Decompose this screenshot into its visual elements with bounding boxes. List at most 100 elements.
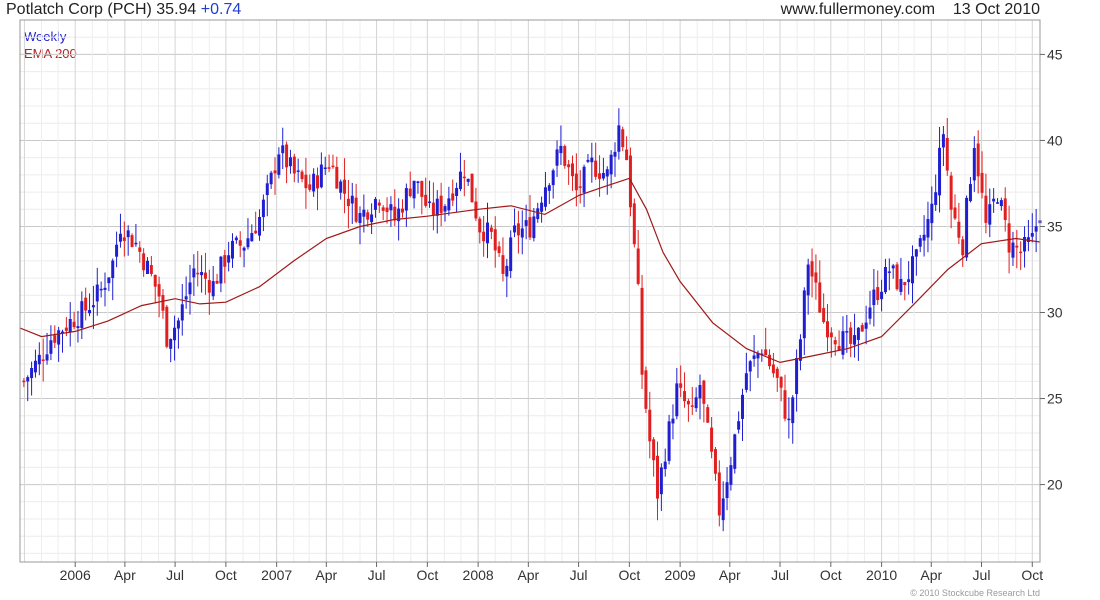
candle-body	[327, 167, 331, 169]
candle-body	[466, 178, 470, 182]
candle-body	[551, 170, 555, 186]
candle-body	[911, 256, 914, 284]
candle-body	[903, 282, 907, 286]
x-tick-label: Jul	[771, 567, 789, 583]
candle-body	[1015, 245, 1019, 248]
candle-body	[122, 237, 126, 241]
candle-body	[146, 260, 149, 274]
candle-body	[559, 145, 563, 154]
candle-body	[308, 184, 312, 190]
candle-body	[505, 265, 509, 277]
candle-body	[914, 249, 918, 257]
candle-body	[702, 380, 706, 404]
x-axis: 2006 Apr Jul Oct 2007 Apr Jul Oct 2008 Apr Jul Oct 2…	[60, 562, 1043, 583]
candle-body	[984, 195, 988, 223]
candle-body	[416, 181, 420, 183]
candle-body	[107, 277, 111, 284]
candle-body	[891, 265, 895, 269]
candle-body	[771, 364, 775, 374]
candle-body	[868, 307, 872, 319]
candle-body	[489, 227, 493, 232]
candle-body	[601, 172, 605, 179]
candle-body	[976, 143, 980, 177]
candle-body	[53, 335, 57, 343]
candle-body	[203, 272, 207, 279]
candle-body	[849, 327, 853, 344]
candle-body	[918, 238, 922, 247]
candle-body	[829, 332, 833, 338]
candle-body	[153, 274, 157, 287]
candle-body	[644, 370, 648, 409]
candle-body	[350, 195, 354, 204]
candle-body	[547, 185, 551, 191]
x-tick-label: Jul	[570, 567, 588, 583]
candle-body	[180, 304, 184, 321]
candle-body	[845, 331, 849, 333]
candle-body	[304, 174, 308, 189]
candle-body	[574, 173, 578, 191]
candle-body	[261, 199, 265, 218]
candle-body	[853, 335, 857, 345]
candle-body	[787, 418, 791, 421]
candle-body	[656, 455, 659, 499]
x-tick-label: Jul	[166, 567, 184, 583]
candle-body	[486, 222, 489, 244]
candle-body	[165, 306, 169, 347]
candle-body	[312, 173, 316, 192]
candle-body	[725, 482, 729, 499]
candle-body	[880, 291, 884, 300]
x-tick-label: 2007	[261, 567, 292, 583]
candle-body	[752, 355, 756, 359]
y-axis: 20 25 30 35 40 45	[1040, 46, 1063, 493]
candle-body	[72, 321, 76, 328]
candle-body	[118, 233, 122, 242]
candle-body	[563, 146, 567, 166]
candle-body	[934, 192, 938, 205]
candle-body	[76, 326, 80, 329]
candle-body	[331, 165, 335, 168]
candle-body	[285, 144, 289, 168]
candle-body	[219, 256, 223, 284]
candle-body	[532, 216, 536, 239]
candle-body	[953, 207, 957, 219]
candle-body	[215, 280, 219, 284]
candle-body	[316, 175, 319, 189]
candle-body	[358, 213, 362, 224]
candle-body	[1030, 233, 1034, 237]
candle-body	[451, 193, 455, 201]
candle-body	[968, 184, 972, 202]
candle-body	[200, 272, 204, 276]
candle-body	[972, 147, 976, 181]
candle-body	[211, 281, 215, 297]
x-tick-label: Oct	[215, 567, 237, 583]
candle-body	[91, 305, 95, 308]
candle-body	[435, 198, 439, 216]
candle-body	[281, 145, 285, 154]
candle-body	[706, 407, 710, 423]
x-tick-label: Apr	[719, 567, 741, 583]
candle-body	[84, 297, 88, 311]
candle-body	[95, 284, 99, 302]
candle-body	[779, 376, 783, 388]
candle-body	[860, 325, 864, 332]
candle-body	[883, 266, 887, 293]
candle-body	[501, 255, 505, 274]
candle-body	[319, 164, 323, 188]
candle-body	[149, 265, 153, 274]
grid-lines	[20, 20, 1040, 562]
candle-body	[876, 287, 880, 300]
candle-body	[571, 163, 574, 177]
candle-body	[895, 264, 899, 290]
candle-body	[478, 218, 482, 233]
candle-body	[613, 151, 617, 157]
candle-body	[520, 228, 524, 238]
candle-body	[393, 206, 397, 221]
candle-body	[1007, 223, 1011, 253]
candle-body	[640, 287, 644, 375]
candle-body	[945, 137, 949, 171]
candle-body	[528, 217, 532, 238]
plot-frame	[19, 19, 1041, 563]
candle-body	[493, 229, 497, 251]
candle-body	[764, 349, 768, 356]
candle-body	[49, 340, 53, 354]
